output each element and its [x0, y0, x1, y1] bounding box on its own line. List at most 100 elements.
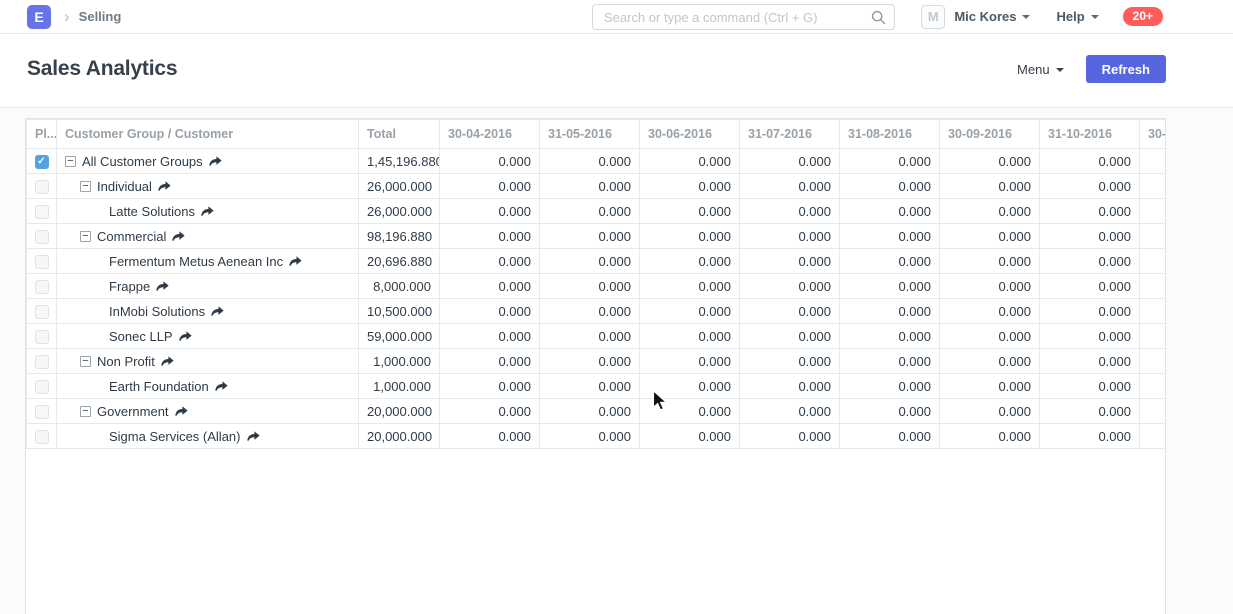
navbar: E › Selling M Mic Kores Help 20+: [0, 0, 1233, 34]
table-header-row: Pl...Customer Group / CustomerTotal30-04…: [27, 120, 1167, 149]
value-cell-clipped: [1140, 324, 1167, 349]
col-header-date[interactable]: 31-10-2016: [1040, 120, 1140, 149]
value-cell: 0.000: [740, 174, 840, 199]
table-row: InMobi Solutions10,500.0000.0000.0000.00…: [27, 299, 1167, 324]
value-cell: 0.000: [740, 199, 840, 224]
value-cell-clipped: [1140, 274, 1167, 299]
col-header-total[interactable]: Total: [359, 120, 440, 149]
notifications-badge[interactable]: 20+: [1123, 7, 1163, 26]
plot-checkbox-cell: [27, 349, 57, 374]
checkbox-unchecked[interactable]: [35, 405, 49, 419]
row-label[interactable]: Government: [97, 404, 169, 419]
value-cell: 0.000: [540, 174, 640, 199]
open-link-arrow-icon[interactable]: [161, 356, 174, 367]
value-cell: 0.000: [840, 199, 940, 224]
table-row: −Government20,000.0000.0000.0000.0000.00…: [27, 399, 1167, 424]
value-cell-clipped: [1140, 249, 1167, 274]
col-header-date[interactable]: 30-1: [1140, 120, 1167, 149]
checkbox-unchecked[interactable]: [35, 305, 49, 319]
row-label[interactable]: Commercial: [97, 229, 166, 244]
help-menu[interactable]: Help: [1056, 9, 1098, 24]
search-input[interactable]: [592, 4, 895, 30]
col-header-customer-group[interactable]: Customer Group / Customer: [57, 120, 359, 149]
col-header-date[interactable]: 31-08-2016: [840, 120, 940, 149]
page-content: Pl...Customer Group / CustomerTotal30-04…: [0, 109, 1233, 614]
value-cell: 0.000: [440, 199, 540, 224]
col-header-plot[interactable]: Pl...: [27, 120, 57, 149]
open-link-arrow-icon[interactable]: [209, 156, 222, 167]
table-row: Fermentum Metus Aenean Inc20,696.8800.00…: [27, 249, 1167, 274]
row-label[interactable]: Individual: [97, 179, 152, 194]
open-link-arrow-icon[interactable]: [179, 331, 192, 342]
page-actions: Menu Refresh: [1017, 55, 1166, 83]
total-cell: 1,000.000: [359, 374, 440, 399]
row-label[interactable]: Latte Solutions: [109, 204, 195, 219]
analytics-grid: Pl...Customer Group / CustomerTotal30-04…: [25, 118, 1166, 614]
row-label[interactable]: Sonec LLP: [109, 329, 173, 344]
value-cell: 0.000: [1040, 399, 1140, 424]
app-logo[interactable]: E: [27, 5, 51, 29]
value-cell: 0.000: [940, 249, 1040, 274]
collapse-minus-icon[interactable]: −: [80, 406, 91, 417]
checkbox-unchecked[interactable]: [35, 330, 49, 344]
row-label[interactable]: Earth Foundation: [109, 379, 209, 394]
value-cell-clipped: [1140, 399, 1167, 424]
open-link-arrow-icon[interactable]: [158, 181, 171, 192]
checkbox-unchecked[interactable]: [35, 230, 49, 244]
checkbox-unchecked[interactable]: [35, 430, 49, 444]
checkbox-unchecked[interactable]: [35, 380, 49, 394]
value-cell: 0.000: [640, 349, 740, 374]
value-cell: 0.000: [1040, 149, 1140, 174]
col-header-date[interactable]: 31-05-2016: [540, 120, 640, 149]
value-cell: 0.000: [740, 349, 840, 374]
col-header-date[interactable]: 30-06-2016: [640, 120, 740, 149]
customer-name-cell: Frappe: [57, 274, 359, 299]
collapse-minus-icon[interactable]: −: [80, 231, 91, 242]
col-header-date[interactable]: 30-04-2016: [440, 120, 540, 149]
search-icon: [871, 10, 886, 30]
user-menu[interactable]: Mic Kores: [954, 9, 1030, 24]
open-link-arrow-icon[interactable]: [201, 206, 214, 217]
row-label[interactable]: Frappe: [109, 279, 150, 294]
menu-dropdown[interactable]: Menu: [1017, 62, 1064, 77]
checkbox-unchecked[interactable]: [35, 280, 49, 294]
value-cell: 0.000: [440, 374, 540, 399]
open-link-arrow-icon[interactable]: [156, 281, 169, 292]
checkbox-unchecked[interactable]: [35, 355, 49, 369]
value-cell: 0.000: [840, 299, 940, 324]
col-header-date[interactable]: 31-07-2016: [740, 120, 840, 149]
value-cell: 0.000: [840, 349, 940, 374]
row-label[interactable]: InMobi Solutions: [109, 304, 205, 319]
chevron-down-icon: [1056, 68, 1064, 72]
row-label[interactable]: Fermentum Metus Aenean Inc: [109, 254, 283, 269]
checkbox-unchecked[interactable]: [35, 180, 49, 194]
open-link-arrow-icon[interactable]: [172, 231, 185, 242]
row-label[interactable]: All Customer Groups: [82, 154, 203, 169]
open-link-arrow-icon[interactable]: [175, 406, 188, 417]
row-label[interactable]: Non Profit: [97, 354, 155, 369]
refresh-button[interactable]: Refresh: [1086, 55, 1166, 83]
page-head: Sales Analytics Menu Refresh: [0, 34, 1233, 108]
breadcrumb[interactable]: Selling: [79, 9, 122, 24]
collapse-minus-icon[interactable]: −: [65, 156, 76, 167]
avatar[interactable]: M: [921, 5, 945, 29]
total-cell: 26,000.000: [359, 199, 440, 224]
total-cell: 26,000.000: [359, 174, 440, 199]
value-cell: 0.000: [740, 224, 840, 249]
open-link-arrow-icon[interactable]: [211, 306, 224, 317]
value-cell: 0.000: [940, 299, 1040, 324]
value-cell: 0.000: [540, 299, 640, 324]
checkbox-checked[interactable]: ✓: [35, 155, 49, 169]
plot-checkbox-cell: [27, 299, 57, 324]
value-cell-clipped: [1140, 199, 1167, 224]
col-header-date[interactable]: 30-09-2016: [940, 120, 1040, 149]
open-link-arrow-icon[interactable]: [247, 431, 260, 442]
checkbox-unchecked[interactable]: [35, 205, 49, 219]
open-link-arrow-icon[interactable]: [289, 256, 302, 267]
collapse-minus-icon[interactable]: −: [80, 181, 91, 192]
row-label[interactable]: Sigma Services (Allan): [109, 429, 241, 444]
checkbox-unchecked[interactable]: [35, 255, 49, 269]
collapse-minus-icon[interactable]: −: [80, 356, 91, 367]
total-cell: 59,000.000: [359, 324, 440, 349]
open-link-arrow-icon[interactable]: [215, 381, 228, 392]
